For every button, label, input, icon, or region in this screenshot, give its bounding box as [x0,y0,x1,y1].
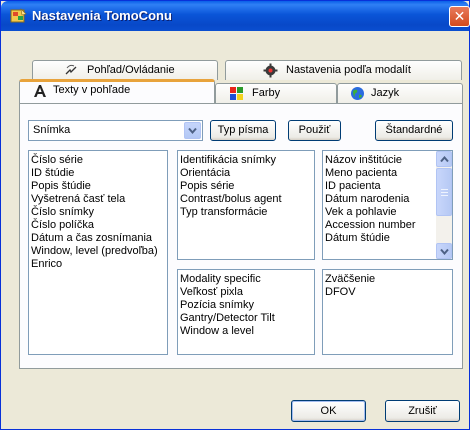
list-item[interactable]: Identifikácia snímky [180,154,314,167]
list-item[interactable]: Dátum štúdie [325,232,452,245]
scroll-down-button[interactable] [436,243,452,259]
tab-modality-settings[interactable]: Nastavenia podľa modalít [225,60,462,80]
chevron-down-icon [440,248,449,255]
font-type-button[interactable]: Typ písma [210,120,276,141]
close-icon: ✕ [453,8,466,24]
apply-button[interactable]: Použiť [288,120,341,141]
tab-label: Pohľad/Ovládanie [87,64,175,76]
list-item[interactable]: Contrast/bolus agent [180,193,314,206]
tab-colors[interactable]: Farby [215,83,337,103]
vertical-scrollbar[interactable] [436,151,452,259]
selected-view: Snímka [33,124,71,136]
list-item[interactable]: Vyšetrená časť tela [31,193,167,206]
title-bar[interactable]: Nastavenia TomoConu ✕ [1,1,470,31]
chevron-up-icon [440,156,449,163]
list-item[interactable]: Popis štúdie [31,180,167,193]
list-item[interactable]: Window a level [180,325,314,338]
tab-view-texts[interactable]: Texty v pohľade [19,79,215,103]
tab-label: Farby [252,87,281,99]
list-item[interactable]: Zväčšenie [325,273,452,286]
list-item[interactable]: Názov inštitúcie [325,154,452,167]
tab-view-control[interactable]: Pohľad/Ovládanie [32,60,218,80]
tab-label: Jazyk [371,87,400,99]
list-item[interactable]: Vek a pohlavie [325,206,452,219]
cancel-button[interactable]: Zrušiť [385,400,460,422]
globe-icon [351,87,364,100]
tab-language[interactable]: Jazyk [337,83,463,103]
window-title: Nastavenia TomoConu [32,8,172,23]
list-item[interactable]: Pozícia snímky [180,299,314,312]
view-type-select[interactable]: Snímka [28,120,203,141]
list-item[interactable]: Modality specific [180,273,314,286]
list-item[interactable]: Dátum a čas zosnímania [31,232,167,245]
list-item[interactable]: ID štúdie [31,167,167,180]
default-button[interactable]: Štandardné [375,120,453,141]
list-item[interactable]: Popis série [180,180,314,193]
list-item[interactable]: Window, level (predvoľba) [31,245,167,258]
app-icon [10,8,27,23]
bottom-right-list[interactable]: Zväčšenie DFOV [322,269,453,355]
left-corner-list[interactable]: Číslo série ID štúdie Popis štúdie Vyšetren… [28,150,168,355]
ok-button[interactable]: OK [291,400,366,422]
chevron-down-icon [188,127,197,135]
tab-label: Texty v pohľade [53,84,131,96]
grip-line [441,195,448,196]
text-font-icon [34,85,46,97]
close-button[interactable]: ✕ [449,6,470,27]
top-middle-list[interactable]: Identifikácia snímky Orientácia Popis séri… [177,150,315,260]
gear-icon [263,63,278,78]
scroll-thumb[interactable] [436,168,452,216]
list-item[interactable]: DFOV [325,286,452,299]
tab-label: Nastavenia podľa modalít [286,64,411,76]
list-item[interactable]: Dátum narodenia [325,193,452,206]
list-item[interactable]: Meno pacienta [325,167,452,180]
list-item[interactable]: Číslo políčka [31,219,167,232]
dropdown-button[interactable] [184,122,201,139]
list-item[interactable]: ID pacienta [325,180,452,193]
grip-line [441,189,448,190]
bottom-middle-list[interactable]: Modality specific Veľkosť pixla Pozícia sn… [177,269,315,355]
list-item[interactable]: Veľkosť pixla [180,286,314,299]
list-item[interactable]: Číslo série [31,154,167,167]
list-item[interactable]: Gantry/Detector Tilt [180,312,314,325]
list-item[interactable]: Accession number [325,219,452,232]
color-palette-icon [230,87,243,100]
scroll-up-button[interactable] [436,151,452,167]
camera-icon [65,64,77,75]
grip-line [441,192,448,193]
list-item[interactable]: Enrico [31,258,167,271]
settings-dialog: Nastavenia TomoConu ✕ Pohľad/Ovládanie N… [0,0,470,430]
top-right-list[interactable]: Názov inštitúcie Meno pacienta ID pacienta… [322,150,453,260]
list-item[interactable]: Číslo snímky [31,206,167,219]
list-item[interactable]: Typ transformácie [180,206,314,219]
list-item[interactable]: Orientácia [180,167,314,180]
